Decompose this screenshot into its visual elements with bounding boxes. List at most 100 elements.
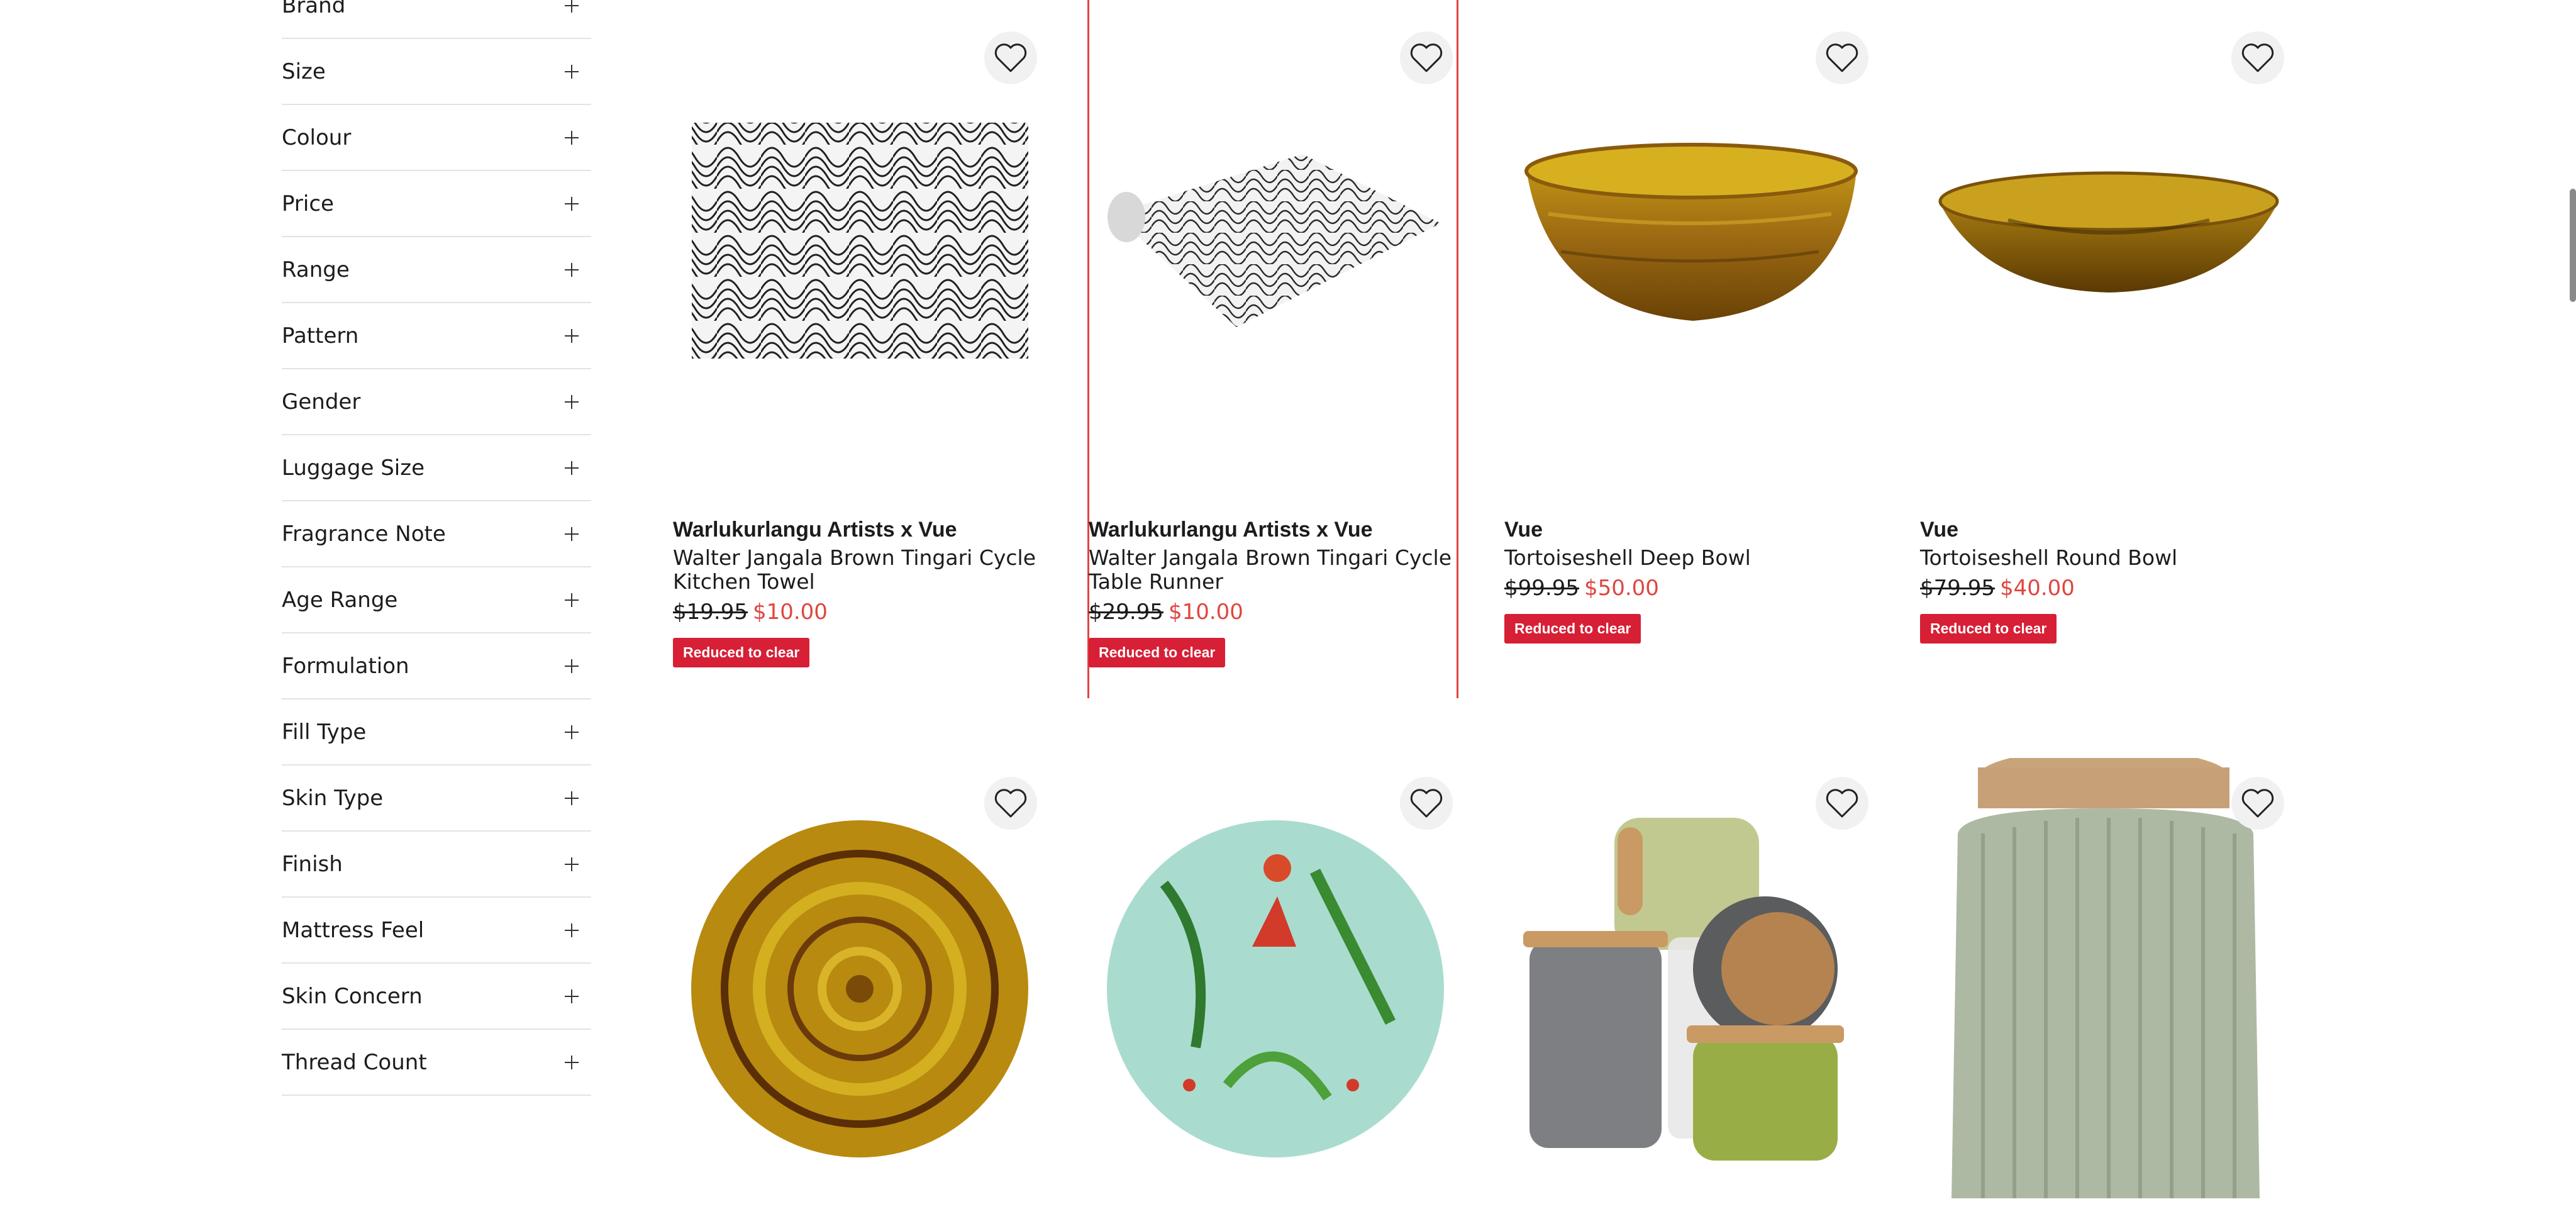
filter-label: Formulation [282, 653, 409, 679]
plus-icon [565, 593, 579, 607]
filter-fill-type[interactable]: Fill Type [282, 699, 591, 766]
product-brand: Vue [1504, 518, 1543, 542]
plus-icon [565, 857, 579, 871]
product-image[interactable] [1089, 13, 1453, 478]
product-brand: Warlukurlangu Artists x Vue [673, 518, 957, 542]
plus-icon [565, 394, 579, 409]
product-image[interactable] [1920, 13, 2285, 478]
sale-badge: Reduced to clear [1089, 638, 1226, 667]
product-brand: Vue [1920, 518, 1959, 542]
sale-badge: Reduced to clear [1504, 614, 1641, 644]
product-image[interactable] [673, 758, 1038, 1223]
filter-colour[interactable]: Colour [282, 105, 591, 171]
sale-price: $40.00 [1999, 576, 2075, 601]
was-price: $19.95 [673, 599, 748, 625]
filter-price[interactable]: Price [282, 171, 591, 237]
wishlist-button[interactable] [2231, 777, 2284, 830]
filter-label: Skin Concern [282, 983, 423, 1009]
filter-fragrance-note[interactable]: Fragrance Note [282, 501, 591, 567]
product-price: $79.95 $40.00 [1920, 574, 2310, 603]
wishlist-button[interactable] [1400, 31, 1453, 84]
product-image[interactable] [1504, 13, 1869, 478]
filter-label: Size [282, 59, 326, 84]
product-image[interactable] [1089, 758, 1453, 1223]
plus-icon [565, 130, 579, 145]
was-price: $79.95 [1920, 576, 1995, 601]
filter-formulation[interactable]: Formulation [282, 633, 591, 699]
wishlist-button[interactable] [1816, 31, 1868, 84]
filter-label: Fragrance Note [282, 521, 446, 547]
plus-icon [565, 923, 579, 937]
plus-icon [565, 791, 579, 805]
product-info: Vue Tortoiseshell Deep Bowl $99.95 $50.00… [1504, 516, 1894, 644]
filter-label: Thread Count [282, 1049, 427, 1075]
was-price: $29.95 [1089, 599, 1163, 625]
heart-outline-icon [2241, 43, 2274, 72]
filter-label: Range [282, 257, 350, 282]
plus-icon [565, 659, 579, 673]
sale-badge: Reduced to clear [1920, 614, 2057, 644]
wishlist-button[interactable] [2231, 31, 2284, 84]
product-brand: Warlukurlangu Artists x Vue [1089, 518, 1373, 542]
filter-age-range[interactable]: Age Range [282, 567, 591, 633]
plus-icon [565, 196, 579, 211]
product-name[interactable]: Tortoiseshell Deep Bowl [1504, 546, 1894, 570]
plus-icon [565, 262, 579, 277]
sale-price: $10.00 [752, 599, 828, 625]
product-name[interactable]: Walter Jangala Brown Tingari Cycle Table… [1089, 546, 1479, 594]
plus-icon [565, 0, 579, 13]
heart-outline-icon [1826, 43, 1858, 72]
product-info: Vue Tortoiseshell Round Bowl $79.95 $40.0… [1920, 516, 2310, 644]
filter-mattress-feel[interactable]: Mattress Feel [282, 898, 591, 964]
wishlist-button[interactable] [984, 31, 1037, 84]
filter-brand[interactable]: Brand [282, 0, 591, 39]
wishlist-button[interactable] [1816, 777, 1868, 830]
heart-outline-icon [1410, 43, 1443, 72]
product-image[interactable] [1504, 758, 1869, 1223]
filter-label: Brand [282, 0, 346, 18]
product-name[interactable]: Tortoiseshell Round Bowl [1920, 546, 2310, 570]
filter-finish[interactable]: Finish [282, 832, 591, 898]
plus-icon [565, 460, 579, 475]
product-price: $29.95 $10.00 [1089, 598, 1479, 627]
product-info: Warlukurlangu Artists x Vue Walter Janga… [1089, 516, 1479, 667]
heart-outline-icon [2241, 789, 2274, 818]
filter-thread-count[interactable]: Thread Count [282, 1030, 591, 1096]
filter-luggage-size[interactable]: Luggage Size [282, 435, 591, 501]
product-image[interactable] [673, 13, 1038, 478]
sale-price: $50.00 [1584, 576, 1659, 601]
filter-skin-type[interactable]: Skin Type [282, 766, 591, 832]
filter-label: Mattress Feel [282, 917, 425, 943]
filter-label: Age Range [282, 587, 398, 613]
plus-icon [565, 725, 579, 739]
was-price: $99.95 [1504, 576, 1579, 601]
filter-label: Luggage Size [282, 455, 425, 481]
plus-icon [565, 328, 579, 343]
filter-label: Finish [282, 851, 343, 877]
product-price: $19.95 $10.00 [673, 598, 1063, 627]
filter-label: Price [282, 191, 334, 216]
heart-outline-icon [994, 789, 1027, 818]
filter-label: Fill Type [282, 719, 367, 745]
filter-skin-concern[interactable]: Skin Concern [282, 964, 591, 1030]
wishlist-button[interactable] [984, 777, 1037, 830]
filter-gender[interactable]: Gender [282, 369, 591, 435]
product-price: $99.95 $50.00 [1504, 574, 1894, 603]
plus-icon [565, 64, 579, 79]
product-name[interactable]: Walter Jangala Brown Tingari Cycle Kitch… [673, 546, 1063, 594]
page-scrollbar[interactable] [2570, 189, 2576, 302]
filter-sidebar: Brand Size Colour Price Range Pattern Ge… [282, 0, 591, 1096]
filter-label: Gender [282, 389, 361, 415]
heart-outline-icon [1410, 789, 1443, 818]
filter-size[interactable]: Size [282, 39, 591, 105]
filter-range[interactable]: Range [282, 237, 591, 303]
wishlist-button[interactable] [1400, 777, 1453, 830]
plus-icon [565, 527, 579, 541]
heart-outline-icon [1826, 789, 1858, 818]
heart-outline-icon [994, 43, 1027, 72]
filter-pattern[interactable]: Pattern [282, 303, 591, 369]
filter-label: Colour [282, 125, 352, 150]
sale-price: $10.00 [1168, 599, 1243, 625]
plus-icon [565, 1055, 579, 1069]
product-image[interactable] [1920, 749, 2285, 1223]
